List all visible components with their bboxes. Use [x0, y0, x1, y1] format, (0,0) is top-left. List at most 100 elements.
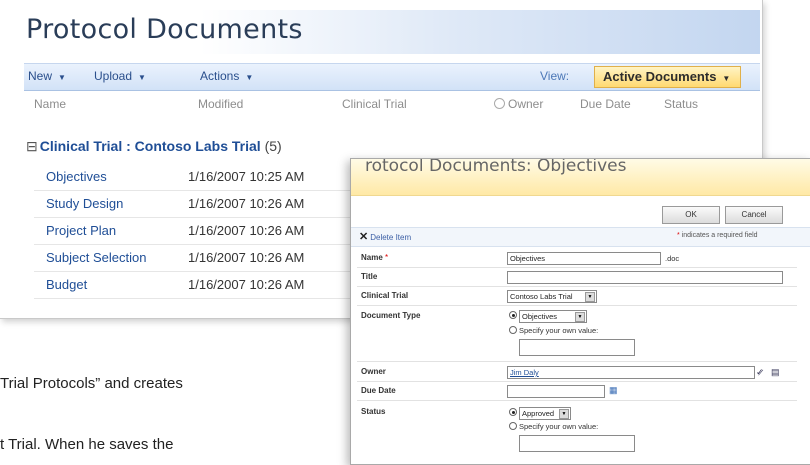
upload-menu-label: Upload: [94, 69, 133, 83]
document-type-choice-radio[interactable]: [509, 311, 519, 320]
ok-button[interactable]: OK: [662, 206, 720, 224]
file-extension: .doc: [665, 254, 680, 263]
radio-selected-icon: [509, 408, 517, 417]
chevron-down-icon: ▼: [245, 73, 254, 82]
group-label: Clinical Trial : Contoso Labs Trial: [39, 138, 261, 154]
calendar-icon[interactable]: ▦: [609, 385, 618, 396]
group-header[interactable]: ⊟ Clinical Trial : Contoso Labs Trial (5): [26, 138, 282, 155]
cancel-button[interactable]: Cancel: [725, 206, 783, 224]
check-names-icon[interactable]: ✓̷: [756, 367, 764, 378]
collapse-icon[interactable]: ⊟: [26, 138, 38, 154]
library-toolbar: New ▼ Upload ▼ Actions ▼ View: Active Docum…: [24, 63, 760, 91]
status-label: Status: [361, 407, 386, 416]
title-field[interactable]: [507, 271, 783, 284]
caption-line-2: t Trial. When he saves the: [0, 436, 174, 453]
name-label: Name *: [361, 253, 388, 262]
divider: [357, 381, 797, 382]
document-type-custom-field[interactable]: [519, 339, 635, 356]
divider: [357, 400, 797, 401]
document-type-specify-option[interactable]: Specify your own value:: [509, 326, 598, 335]
form-title: rotocol Documents: Objectives: [365, 159, 627, 176]
modified-date: 1/16/2007 10:26 AM: [188, 223, 305, 238]
chevron-down-icon: ▼: [585, 292, 595, 302]
view-value: Active Documents: [603, 69, 717, 84]
column-header-name[interactable]: Name: [34, 97, 66, 111]
required-star: *: [385, 253, 389, 262]
view-selector[interactable]: Active Documents ▼: [594, 66, 742, 88]
table-row: Project Plan 1/16/2007 10:26 AM: [34, 218, 364, 245]
chevron-down-icon: ▼: [58, 73, 66, 82]
document-type-label: Document Type: [361, 311, 421, 320]
radio-unselected-icon: [509, 326, 517, 335]
document-link[interactable]: Objectives: [46, 169, 107, 184]
column-header-modified[interactable]: Modified: [198, 97, 243, 111]
form-title-bar: rotocol Documents: Objectives: [351, 159, 810, 196]
column-header-due-date[interactable]: Due Date: [580, 97, 631, 111]
column-header-clinical-trial[interactable]: Clinical Trial: [342, 97, 407, 111]
document-link[interactable]: Budget: [46, 277, 87, 292]
column-header-owner-label: Owner: [508, 97, 544, 111]
divider: [357, 286, 797, 287]
name-label-text: Name: [361, 253, 383, 262]
status-value: Approved: [522, 409, 555, 418]
clinical-trial-label: Clinical Trial: [361, 291, 409, 300]
clinical-trial-value: Contoso Labs Trial: [510, 292, 573, 301]
required-note-text: indicates a required field: [681, 232, 758, 239]
chevron-down-icon: ▼: [138, 73, 146, 82]
title-label: Title: [361, 272, 378, 281]
modified-date: 1/16/2007 10:26 AM: [188, 277, 305, 292]
clinical-trial-select[interactable]: Contoso Labs Trial ▼: [507, 290, 597, 303]
specify-own-value-label: Specify your own value:: [519, 326, 599, 335]
status-choice-radio[interactable]: [509, 408, 519, 417]
divider: [357, 305, 797, 306]
delete-item-button[interactable]: ✕ Delete Item: [359, 230, 411, 243]
column-header-owner[interactable]: Owner: [494, 97, 543, 111]
radio-unselected-icon: [509, 422, 517, 431]
document-link[interactable]: Study Design: [46, 196, 123, 211]
required-star: *: [677, 232, 680, 239]
status-specify-option[interactable]: Specify your own value:: [509, 422, 598, 431]
divider: [357, 361, 797, 362]
owner-value: Jim Daly: [510, 368, 539, 377]
table-row: Study Design 1/16/2007 10:26 AM: [34, 191, 364, 218]
name-field[interactable]: Objectives: [507, 252, 661, 265]
document-link[interactable]: Project Plan: [46, 223, 116, 238]
column-header-status[interactable]: Status: [664, 97, 698, 111]
delete-item-label: Delete Item: [370, 233, 412, 242]
owner-label: Owner: [361, 367, 386, 376]
table-row: Objectives 1/16/2007 10:25 AM: [34, 164, 364, 191]
new-menu-label: New: [28, 69, 53, 83]
page-title: Protocol Documents: [26, 14, 303, 45]
table-row: Budget 1/16/2007 10:26 AM: [34, 272, 364, 299]
address-book-icon[interactable]: ▤: [771, 367, 780, 378]
table-row: Subject Selection 1/16/2007 10:26 AM: [34, 245, 364, 272]
divider: [357, 267, 797, 268]
edit-properties-window: rotocol Documents: Objectives OK Cancel …: [350, 158, 810, 465]
due-date-field[interactable]: [507, 385, 605, 398]
form-toolbar: ✕ Delete Item * indicates a required fiel…: [351, 227, 810, 247]
view-label: View:: [540, 69, 570, 83]
modified-date: 1/16/2007 10:26 AM: [188, 250, 305, 265]
radio-selected-icon: [509, 311, 517, 320]
upload-menu[interactable]: Upload ▼: [94, 69, 146, 83]
status-specify-label: Specify your own value:: [519, 422, 599, 431]
chevron-down-icon: ▼: [575, 312, 585, 322]
column-header-row: Name Modified Clinical Trial Owner Due D…: [24, 92, 760, 116]
new-menu[interactable]: New ▼: [28, 69, 66, 83]
delete-icon: ✕: [359, 231, 369, 243]
modified-date: 1/16/2007 10:25 AM: [188, 169, 305, 184]
document-link[interactable]: Subject Selection: [46, 250, 146, 265]
chevron-down-icon: ▼: [559, 409, 569, 419]
required-note: * indicates a required field: [677, 232, 758, 239]
document-type-select[interactable]: Objectives ▼: [519, 310, 587, 323]
actions-menu[interactable]: Actions ▼: [200, 69, 253, 83]
actions-menu-label: Actions: [200, 69, 240, 83]
group-count: (5): [264, 138, 282, 154]
chevron-down-icon: ▼: [722, 74, 731, 83]
due-date-label: Due Date: [361, 386, 396, 395]
document-type-value: Objectives: [522, 312, 558, 321]
status-select[interactable]: Approved ▼: [519, 407, 571, 420]
caption-line-1: Trial Protocols” and creates: [0, 375, 183, 392]
status-custom-field[interactable]: [519, 435, 635, 452]
owner-field[interactable]: Jim Daly: [507, 366, 755, 379]
